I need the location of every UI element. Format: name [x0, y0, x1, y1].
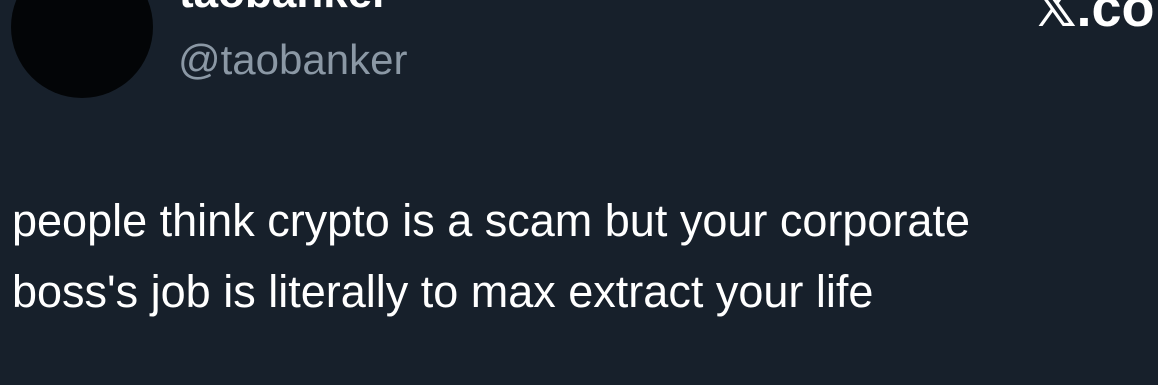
- tweet-card: taobanker @taobanker 𝕏.co people think c…: [0, 0, 1158, 385]
- avatar[interactable]: [11, 0, 153, 98]
- tweet-text: people think crypto is a scam but your c…: [12, 195, 970, 317]
- author-display-name[interactable]: taobanker: [179, 0, 389, 17]
- x-logo-icon: 𝕏.co: [1033, 0, 1155, 38]
- author-handle[interactable]: @taobanker: [178, 36, 407, 84]
